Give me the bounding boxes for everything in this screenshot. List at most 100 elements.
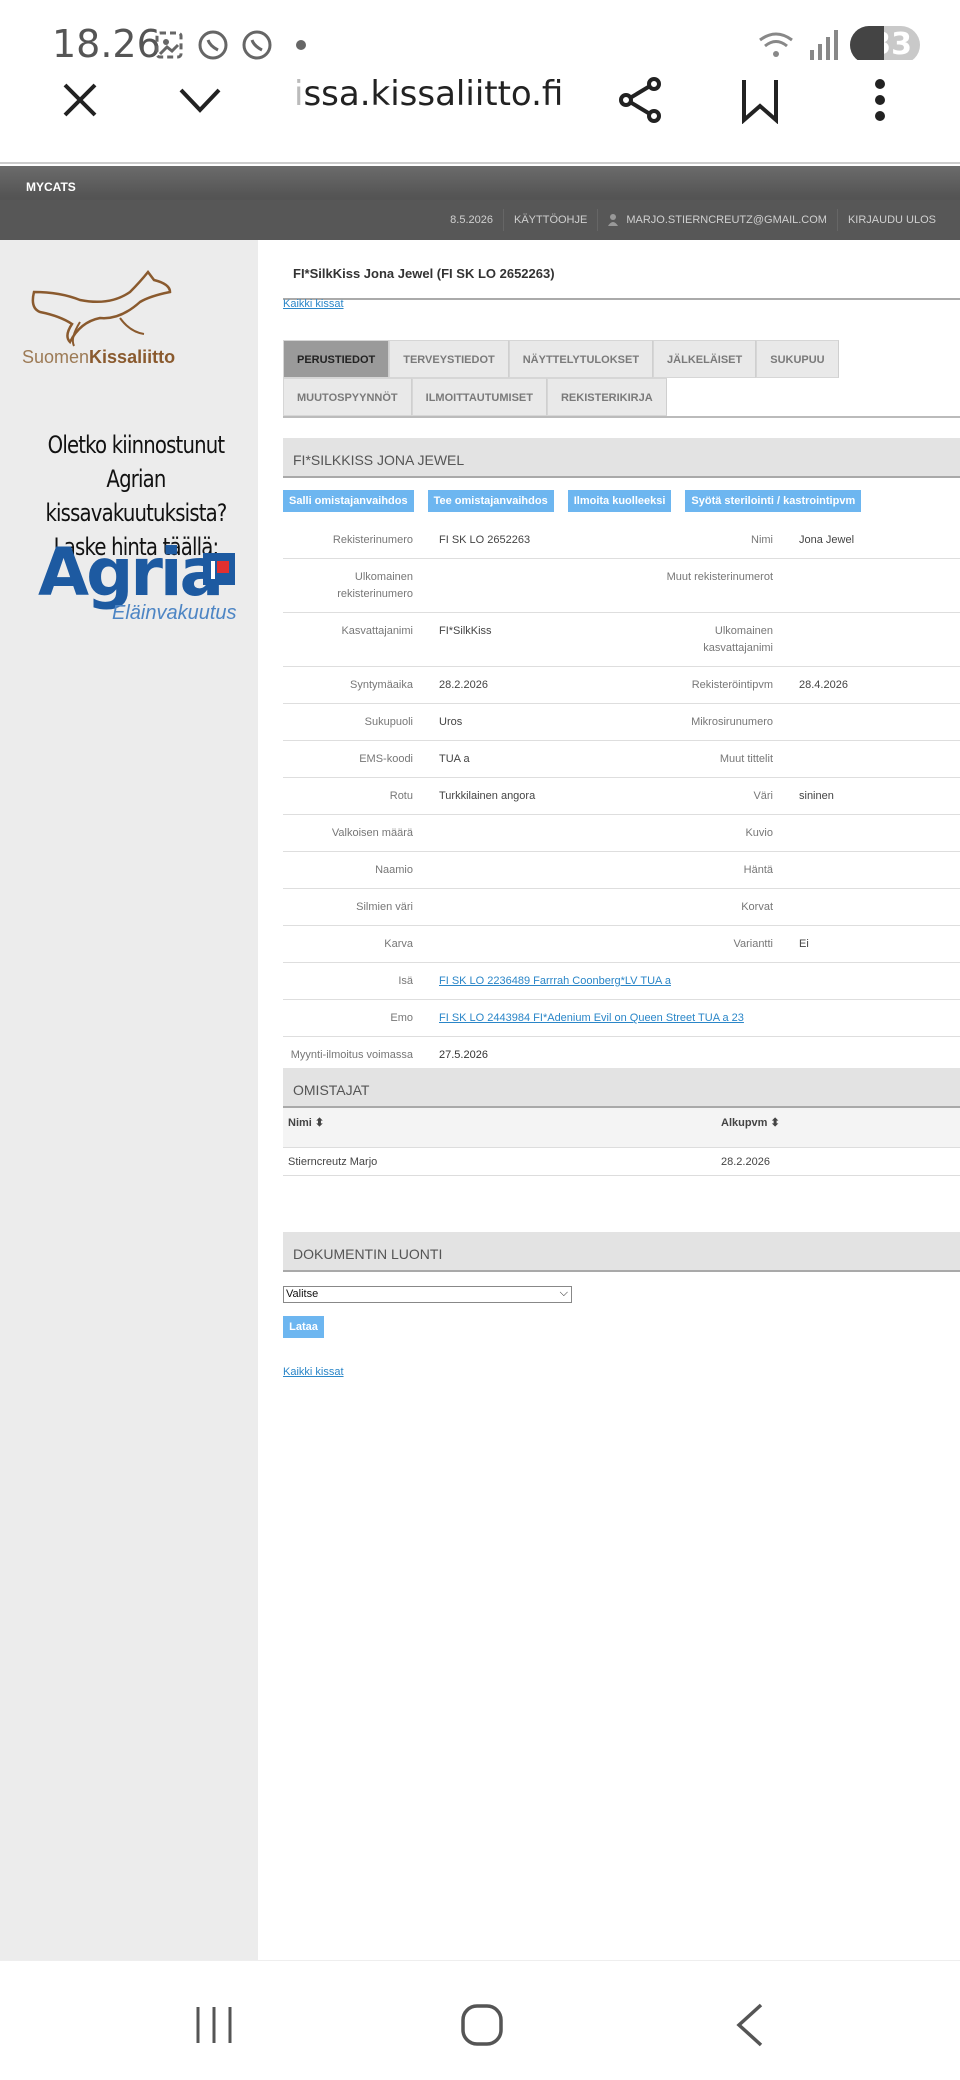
document-type-select[interactable]: Valitse ⌵ bbox=[283, 1286, 572, 1303]
owners-header-row: Nimi ⬍ Alkupvm ⬍ bbox=[283, 1108, 960, 1148]
field-label: Naamio bbox=[375, 864, 413, 876]
tab-bar: PERUSTIEDOT TERVEYSTIEDOT NÄYTTELYTULOKS… bbox=[283, 340, 960, 418]
field-label: Silmien väri bbox=[356, 901, 413, 913]
user-link[interactable]: MARJO.STIERNCREUTZ@GMAIL.COM bbox=[597, 209, 837, 231]
owner-start-date: 28.2.2026 bbox=[721, 1155, 770, 1168]
owners-table: Nimi ⬍ Alkupvm ⬍ Stierncreutz Marjo 28.2… bbox=[283, 1108, 960, 1176]
brand-link[interactable]: MYCATS bbox=[26, 180, 76, 194]
field-label: Kuvio bbox=[745, 827, 773, 839]
user-email: MARJO.STIERNCREUTZ@GMAIL.COM bbox=[626, 214, 827, 226]
bookmark-button[interactable] bbox=[730, 70, 790, 130]
tab-jalkelaiset[interactable]: JÄLKELÄISET bbox=[653, 340, 757, 378]
system-icons: 33 bbox=[756, 26, 920, 64]
sire-link[interactable]: FI SK LO 2236489 Farrrah Coonberg*LV TUA… bbox=[423, 973, 960, 990]
tab-terveystiedot[interactable]: TERVEYSTIEDOT bbox=[389, 340, 509, 378]
sire-label: Isä bbox=[398, 975, 413, 987]
gallery-icon bbox=[155, 31, 183, 59]
field-value: FI SK LO 2652263 bbox=[439, 534, 531, 546]
info-row: Valkoisen määrä Kuvio bbox=[283, 815, 960, 852]
logo-text: SuomenKissaliitto bbox=[22, 347, 176, 367]
close-icon bbox=[63, 83, 97, 117]
field-value: Turkkilainen angora bbox=[439, 790, 536, 802]
field-value bbox=[783, 569, 960, 603]
help-link[interactable]: KÄYTTÖOHJE bbox=[503, 209, 597, 231]
sale-value: 27.5.2026 bbox=[439, 1049, 488, 1061]
agria-logo[interactable]: Agria bbox=[38, 534, 224, 611]
dam-link[interactable]: FI SK LO 2443984 FI*Adenium Evil on Quee… bbox=[423, 1010, 960, 1027]
menu-button[interactable] bbox=[850, 70, 910, 130]
battery-indicator: 33 bbox=[850, 26, 920, 64]
tab-rekisterikirja[interactable]: REKISTERIKIRJA bbox=[546, 378, 667, 416]
tab-muutospyynnot[interactable]: MUUTOSPYYNNÖT bbox=[283, 378, 412, 416]
allow-ownership-change-button[interactable]: Salli omistajanvaihdos bbox=[283, 490, 414, 512]
info-row: Rotu Turkkilainen angora Väri sininen bbox=[283, 778, 960, 815]
cat-info-table: Rekisterinumero FI SK LO 2652263 Nimi Jo… bbox=[283, 522, 960, 1079]
info-row: Kasvattajanimi FI*SilkKiss Ulkomainen ka… bbox=[283, 613, 960, 667]
field-value bbox=[423, 899, 643, 916]
recent-apps-button[interactable] bbox=[184, 1995, 244, 2055]
field-value: Uros bbox=[439, 716, 463, 728]
field-value bbox=[783, 899, 960, 916]
section-heading-document: DOKUMENTIN LUONTI bbox=[283, 1232, 960, 1272]
bookmark-icon bbox=[742, 80, 778, 124]
back-icon bbox=[736, 2003, 763, 2047]
all-cats-link[interactable]: Kaikki kissat bbox=[283, 298, 344, 310]
user-icon bbox=[608, 214, 619, 226]
sort-by-name-header[interactable]: Nimi ⬍ bbox=[283, 1116, 721, 1147]
sort-by-date-header[interactable]: Alkupvm ⬍ bbox=[721, 1116, 960, 1147]
section-heading-owners: OMISTAJAT bbox=[283, 1068, 960, 1108]
field-label: Variantti bbox=[733, 938, 773, 950]
page-title: FI*SilkKiss Jona Jewel (FI SK LO 2652263… bbox=[283, 266, 960, 300]
tab-nayttelytulokset[interactable]: NÄYTTELYTULOKSET bbox=[508, 340, 654, 378]
report-deceased-button[interactable]: Ilmoita kuolleeksi bbox=[567, 490, 672, 512]
field-label: EMS-koodi bbox=[359, 753, 413, 765]
field-label: Korvat bbox=[741, 901, 773, 913]
download-button[interactable]: Lataa bbox=[283, 1316, 324, 1338]
top-nav: 8.5.2026 KÄYTTÖOHJE MARJO.STIERNCREUTZ@G… bbox=[440, 202, 946, 238]
field-value: 28.4.2026 bbox=[799, 679, 848, 691]
collapse-button[interactable] bbox=[170, 70, 230, 130]
site-header: MYCATS 8.5.2026 KÄYTTÖOHJE MARJO.STIERNC… bbox=[0, 166, 960, 240]
field-label: Rekisterinumero bbox=[332, 534, 413, 546]
share-button[interactable] bbox=[610, 70, 670, 130]
signal-icon bbox=[810, 30, 838, 60]
field-label: Sukupuoli bbox=[364, 716, 413, 728]
close-tab-button[interactable] bbox=[50, 70, 110, 130]
field-value: sininen bbox=[799, 790, 834, 802]
owner-name: Stierncreutz Marjo bbox=[288, 1155, 378, 1168]
sire-row: Isä FI SK LO 2236489 Farrrah Coonberg*LV… bbox=[283, 963, 960, 1000]
tab-sukupuu[interactable]: SUKUPUU bbox=[756, 340, 839, 378]
ad-line-2: Agrian kissavakuutuksista? bbox=[45, 465, 227, 527]
tab-ilmoittautumiset[interactable]: ILMOITTAUTUMISET bbox=[411, 378, 547, 416]
home-button[interactable] bbox=[452, 1995, 512, 2055]
back-button[interactable] bbox=[720, 1995, 780, 2055]
field-label: Karva bbox=[384, 938, 413, 950]
system-nav-bar bbox=[0, 1960, 960, 2080]
share-icon bbox=[619, 77, 661, 123]
make-ownership-change-button[interactable]: Tee omistajanvaihdos bbox=[427, 490, 554, 512]
field-value bbox=[423, 936, 643, 953]
agria-subtitle: Eläinvakuutus bbox=[112, 602, 237, 624]
info-row: Rekisterinumero FI SK LO 2652263 Nimi Jo… bbox=[283, 522, 960, 559]
browser-toolbar: issa.kissaliitto.fi bbox=[0, 60, 960, 164]
action-buttons: Salli omistajanvaihdos Tee omistajanvaih… bbox=[283, 490, 862, 512]
table-row: Stierncreutz Marjo 28.2.2026 bbox=[283, 1148, 960, 1176]
all-cats-link-bottom[interactable]: Kaikki kissat bbox=[283, 1366, 344, 1378]
field-label: Muut tittelit bbox=[719, 753, 773, 765]
field-value bbox=[783, 714, 960, 731]
field-label: Väri bbox=[753, 790, 773, 802]
info-row: Ulkomainen rekisterinumero Muut rekister… bbox=[283, 559, 960, 613]
logout-link[interactable]: KIRJAUDU ULOS bbox=[836, 209, 946, 231]
url-field[interactable]: issa.kissaliitto.fi bbox=[294, 74, 563, 114]
info-row: Silmien väri Korvat bbox=[283, 889, 960, 926]
field-label: Kasvattajanimi bbox=[341, 625, 413, 637]
field-label: Nimi bbox=[751, 534, 773, 546]
field-label: Ulkomainen kasvattajanimi bbox=[703, 625, 773, 654]
dam-label: Emo bbox=[390, 1012, 413, 1024]
field-label: Häntä bbox=[743, 864, 773, 876]
field-label: Syntymäaika bbox=[350, 679, 413, 691]
enter-neuter-date-button[interactable]: Syötä sterilointi / kastrointipvm bbox=[685, 490, 862, 512]
tab-perustiedot[interactable]: PERUSTIEDOT bbox=[283, 340, 390, 378]
field-value bbox=[423, 569, 643, 603]
sidebar: SuomenKissaliitto Oletko kiinnostunut Ag… bbox=[0, 240, 258, 1960]
